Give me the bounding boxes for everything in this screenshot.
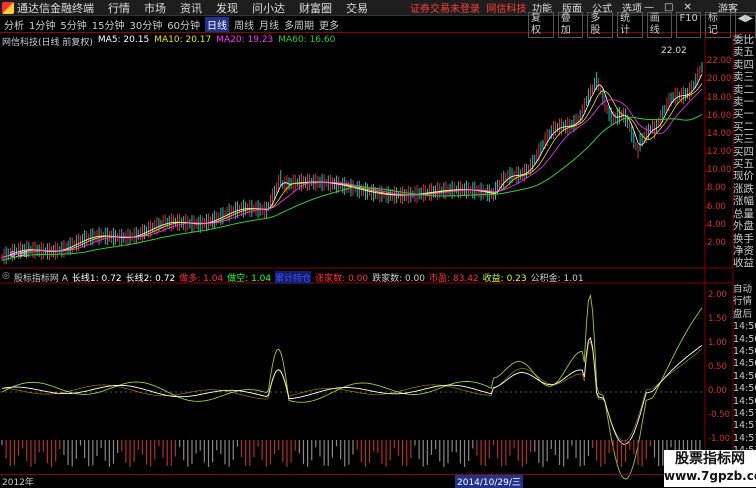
quote-panel-label: 涨幅 xyxy=(733,195,754,208)
quote-panel-label: 买一 xyxy=(733,108,754,121)
tick-panel-label: 14:50 xyxy=(733,370,756,382)
price-tick-label: 16.00 xyxy=(707,110,732,121)
quote-panel-label: 卖四 xyxy=(733,58,754,71)
quote-panel-label: 卖五 xyxy=(733,46,754,59)
low-annotation: 0.48 xyxy=(10,250,28,259)
stock-name: 网信科技(日线 前复权) xyxy=(2,38,93,48)
tick-panel-label: 14:50 xyxy=(733,333,756,345)
quote-panel-label: 委比 xyxy=(733,34,754,46)
price-tick-label: 18.00 xyxy=(707,92,732,103)
quote-panel-label: 现价 xyxy=(733,170,754,183)
tick-panel-label: 行情 xyxy=(733,296,753,308)
tick-panel-label: 14:57 xyxy=(733,432,756,444)
quote-panel: 委比 卖五 卖四 卖三 卖二 卖一 买一 买二 买三 买四 买五 现价 涨跌 涨幅 总量 外盘 换手 净资 收益 xyxy=(733,34,756,283)
indicator-tick-label: 1.00 xyxy=(708,338,727,348)
indicator-tick-label: 0.00 xyxy=(708,386,727,396)
tick-panel-label: 14:50 xyxy=(733,358,756,370)
price-tick-label: 20.00 xyxy=(707,74,732,85)
tick-panel-label: 14:57 xyxy=(733,420,756,432)
indicator-item: 收益: 0.23 xyxy=(482,274,527,284)
indicator-item: 公积金: 1.01 xyxy=(530,274,584,284)
indicator-item: 长线1: 0.72 xyxy=(71,274,122,284)
tick-panel-label: 自动 xyxy=(733,284,753,295)
quote-panel-label: 买五 xyxy=(733,158,754,171)
cursor-date: 2014/10/29/三 xyxy=(455,475,523,488)
price-tick-label: 8.00 xyxy=(707,183,726,194)
quote-panel-label: 卖三 xyxy=(733,71,754,84)
ma-info-bar: 网信科技(日线 前复权) MA5: 20.15 MA10: 20.17 MA20… xyxy=(2,35,335,48)
indicator-name[interactable]: 股标指标网 A xyxy=(14,271,68,284)
indicator-item: 跌家数: 0.00 xyxy=(372,274,425,284)
ma20-label: MA20: 19.23 xyxy=(216,35,274,45)
quote-panel-label: 换手 xyxy=(733,232,754,245)
price-tick-label: 6.00 xyxy=(707,201,726,212)
quote-panel-label: 涨跌 xyxy=(733,182,754,195)
indicator-toggle-icon[interactable]: ◎ xyxy=(2,271,10,284)
quote-panel-label: 买四 xyxy=(733,145,754,158)
watermark-title: 股票指标网 xyxy=(675,451,745,467)
tick-panel: 自动行情盘后14:5014:5014:5014:5014:5014:5014:5… xyxy=(733,284,756,464)
indicator-tick-label: -0.50 xyxy=(708,410,730,420)
indicator-item: 市盈: 83.42 xyxy=(429,274,479,284)
indicator-info-bar: ◎ 股标指标网 A 长线1: 0.72 长线2: 0.72 做多: 1.04 做空: … xyxy=(2,271,584,284)
quote-panel-label: 外盘 xyxy=(733,220,754,233)
indicator-tick-label: -1.00 xyxy=(708,434,730,444)
indicator-tick-label: 0.50 xyxy=(708,362,727,372)
price-tick-label: 10.00 xyxy=(707,165,732,176)
indicator-item: 涨家数: 0.00 xyxy=(315,274,369,284)
watermark-url: www.7gpzb.com xyxy=(664,469,756,483)
kline-chart[interactable] xyxy=(0,0,756,487)
price-tick-label: 2.00 xyxy=(707,237,726,248)
price-tick-label: 22.00 xyxy=(707,56,732,67)
tick-panel-label: 14:50 xyxy=(733,383,756,395)
tick-panel-label: 14:50 xyxy=(733,321,756,333)
tick-panel-label: 14:50 xyxy=(733,346,756,358)
ma60-label: MA60: 16.60 xyxy=(278,35,336,45)
indicator-tick-label: 2.00 xyxy=(708,290,727,300)
high-annotation: 22.02 xyxy=(661,46,687,56)
time-axis: 2012年 2014/10/29/三 xyxy=(0,474,756,488)
quote-panel-label: 净资 xyxy=(733,244,754,257)
indicator-tick-label: 1.50 xyxy=(708,314,727,324)
quote-panel-label: 总量 xyxy=(733,207,754,220)
watermark: 股票指标网 www.7gpzb.com xyxy=(664,450,756,487)
tick-panel-label: 14:57 xyxy=(733,408,756,420)
quote-panel-label: 买二 xyxy=(733,120,754,133)
indicator-item: 累计持仓 xyxy=(275,271,312,284)
ma10-label: MA10: 20.17 xyxy=(154,35,212,45)
year-label: 2012年 xyxy=(2,478,34,488)
quote-panel-label: 卖一 xyxy=(733,96,754,109)
quote-panel-label: 收益 xyxy=(733,257,754,270)
indicator-item: 做空: 1.04 xyxy=(227,274,272,284)
indicator-item: 长线2: 0.72 xyxy=(125,274,176,284)
price-tick-label: 12.00 xyxy=(707,147,732,157)
quote-panel-label: 卖二 xyxy=(733,83,754,96)
price-tick-label: 4.00 xyxy=(707,219,726,230)
tick-panel-label: 盘后 xyxy=(733,308,753,320)
indicator-item: 做多: 1.04 xyxy=(179,274,224,284)
price-tick-label: 14.00 xyxy=(707,128,732,139)
tick-panel-label: 14:50 xyxy=(733,395,756,407)
quote-panel-label: 买三 xyxy=(733,133,754,146)
ma5-label: MA5: 20.15 xyxy=(97,35,150,45)
